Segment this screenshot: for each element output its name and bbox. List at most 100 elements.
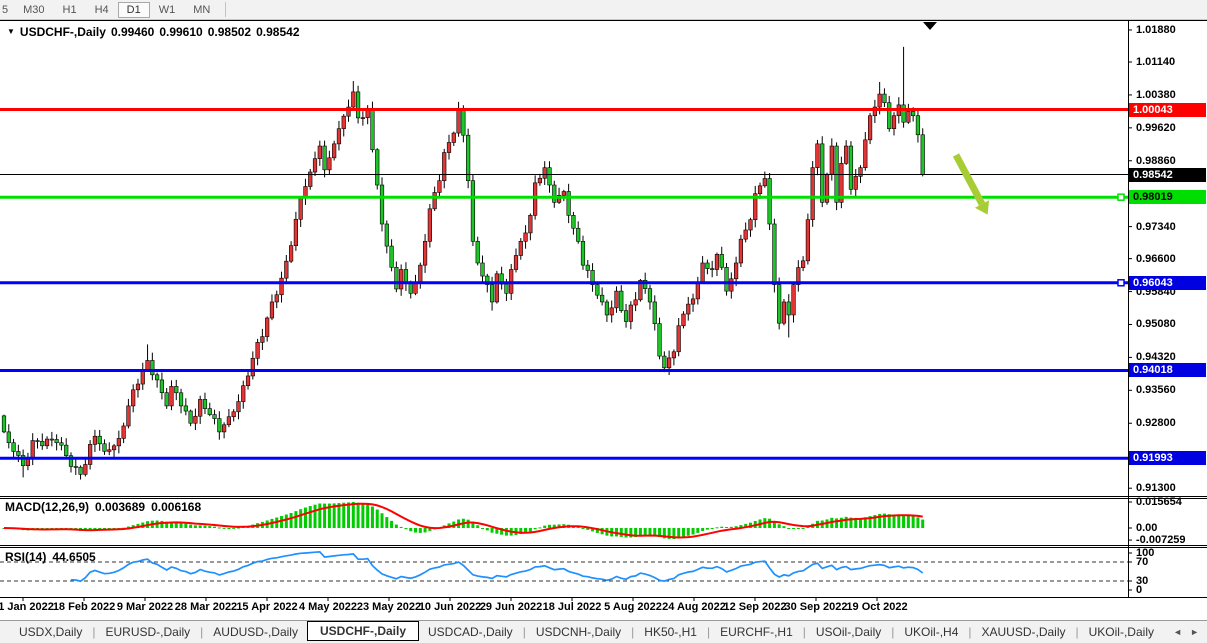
macd-bar	[395, 525, 398, 528]
macd-bar	[304, 508, 307, 528]
candle	[131, 390, 135, 406]
candle	[189, 411, 193, 423]
macd-bar	[620, 528, 623, 537]
tab-scroll-right-icon[interactable]: ►	[1190, 627, 1199, 637]
candle	[806, 220, 810, 261]
tab-usdcnh-daily[interactable]: USDCNH-,Daily	[527, 623, 630, 641]
macd-bar	[280, 516, 283, 528]
tab-ukoil-daily[interactable]: UKOil-,Daily	[1080, 623, 1163, 641]
candle	[222, 425, 226, 432]
macd-bar	[648, 528, 651, 535]
macd-bar	[692, 528, 695, 535]
tab-xauusd-daily[interactable]: XAUUSD-,Daily	[973, 623, 1075, 641]
candle	[854, 176, 858, 189]
candle	[682, 314, 686, 326]
macd-bar	[840, 518, 843, 528]
candle	[466, 135, 470, 180]
candle	[710, 269, 714, 270]
candle	[93, 436, 97, 444]
timeframe-button-D1[interactable]: D1	[118, 2, 150, 18]
toolbar-separator	[225, 2, 226, 17]
candle	[74, 466, 78, 467]
candle	[198, 399, 202, 416]
tab-scroll-left-icon[interactable]: ◄	[1173, 627, 1182, 637]
candle	[352, 92, 356, 107]
timeframe-button-MN[interactable]: MN	[184, 3, 219, 17]
candle	[438, 181, 442, 193]
candle	[404, 269, 408, 283]
macd-bar	[787, 528, 790, 529]
macd-bar	[347, 502, 350, 528]
candle	[151, 360, 155, 374]
candle	[7, 432, 11, 443]
tab-usdx-daily[interactable]: USDX,Daily	[10, 623, 91, 641]
macd-bar	[491, 528, 494, 533]
candle	[165, 393, 169, 406]
candle	[462, 109, 466, 135]
candle	[12, 443, 16, 452]
macd-bar	[227, 528, 230, 529]
candle	[332, 144, 336, 158]
candle	[490, 285, 494, 302]
candle	[380, 185, 384, 224]
candle	[782, 302, 786, 323]
candle	[739, 239, 743, 263]
tab-usdchf-daily[interactable]: USDCHF-,Daily	[307, 621, 419, 641]
candle	[323, 146, 327, 170]
candle	[552, 185, 556, 202]
candle	[399, 269, 403, 288]
tab-eurusd-daily[interactable]: EURUSD-,Daily	[96, 623, 199, 641]
macd-bar	[797, 528, 800, 529]
macd-bar	[352, 502, 355, 528]
candle	[313, 159, 317, 172]
macd-bar	[366, 504, 369, 528]
candle	[155, 375, 159, 380]
candle	[31, 441, 35, 458]
macd-bar	[299, 509, 302, 528]
candle	[256, 342, 260, 358]
tab-usoil-daily[interactable]: USOil-,Daily	[807, 623, 890, 641]
candle	[820, 144, 824, 202]
candle	[179, 393, 183, 406]
macd-bar	[687, 528, 690, 536]
candle	[596, 285, 600, 296]
candle	[495, 274, 499, 302]
candle	[696, 282, 700, 298]
timeframe-button-M30[interactable]: M30	[14, 3, 53, 17]
chart-canvas[interactable]	[0, 0, 1207, 643]
tab-audusd-daily[interactable]: AUDUSD-,Daily	[204, 623, 307, 641]
hline-handle-support-line-1[interactable]	[1118, 280, 1124, 286]
tab-hk50-h1[interactable]: HK50-,H1	[635, 623, 706, 641]
macd-bar	[529, 528, 532, 531]
candle	[658, 324, 662, 356]
candle	[64, 445, 68, 456]
collapse-icon[interactable]: ▼	[7, 27, 15, 36]
tab-ukoil-h4[interactable]: UKOil-,H4	[895, 623, 967, 641]
candle	[701, 263, 705, 282]
candle	[395, 267, 399, 289]
candle	[533, 183, 537, 215]
macd-bar	[385, 517, 388, 528]
timeframe-button-W1[interactable]: W1	[150, 3, 185, 17]
macd-bar	[361, 504, 364, 528]
hline-handle-support-line-green[interactable]	[1118, 194, 1124, 200]
candle	[801, 261, 805, 268]
timeframe-button-H1[interactable]: H1	[54, 3, 86, 17]
tab-eurchf-h1[interactable]: EURCHF-,H1	[711, 623, 802, 641]
candle	[174, 386, 178, 392]
macd-bar	[208, 526, 211, 528]
candle	[318, 146, 322, 159]
tab-usdcad-daily[interactable]: USDCAD-,Daily	[419, 623, 522, 641]
candle	[830, 146, 834, 174]
candle	[811, 168, 815, 220]
macd-bar	[581, 528, 584, 529]
timeframe-button-5[interactable]: 5	[0, 3, 14, 17]
candle	[648, 289, 652, 302]
candle	[476, 241, 480, 263]
candle	[911, 111, 915, 115]
timeframe-button-H4[interactable]: H4	[86, 3, 118, 17]
candle	[758, 186, 762, 194]
candle	[289, 246, 293, 262]
macd-bar	[912, 516, 915, 528]
macd-bar	[486, 528, 489, 530]
